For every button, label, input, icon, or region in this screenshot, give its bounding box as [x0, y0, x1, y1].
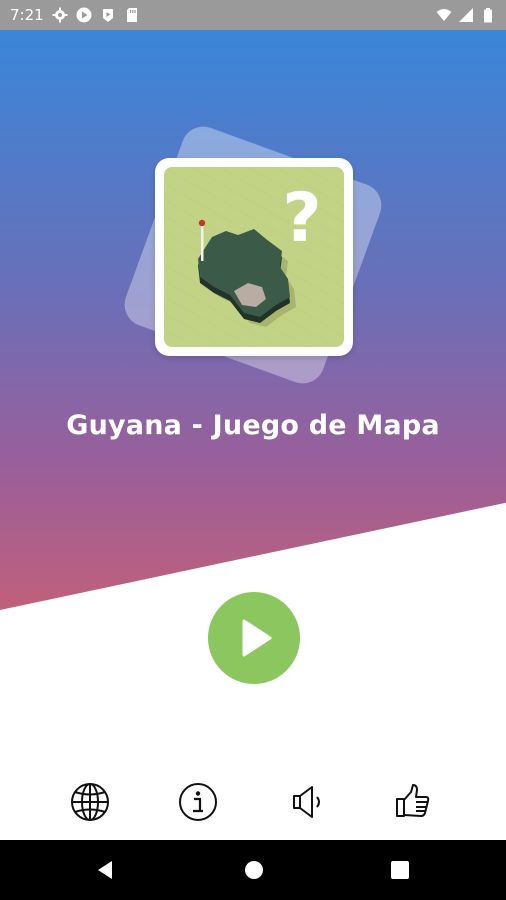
status-right: [436, 7, 496, 23]
status-time: 7:21: [10, 6, 44, 24]
sound-button[interactable]: [279, 772, 339, 832]
system-nav-bar: [0, 840, 506, 900]
home-icon[interactable]: [242, 858, 266, 882]
bottom-toolbar: [0, 772, 506, 832]
back-icon[interactable]: [94, 858, 118, 882]
globe-icon: [71, 783, 109, 821]
rate-button[interactable]: [383, 772, 443, 832]
status-bar: 7:21: [0, 0, 506, 30]
thumbs-up-icon: [396, 784, 430, 817]
info-button[interactable]: [168, 772, 228, 832]
play-button[interactable]: [208, 592, 300, 684]
wifi-icon: [436, 9, 452, 21]
play-store-icon: [76, 7, 92, 23]
sound-icon: [293, 786, 320, 818]
signal-icon: [459, 8, 473, 22]
language-button[interactable]: [60, 772, 120, 832]
sd-card-icon: [126, 8, 137, 22]
info-icon: [179, 783, 217, 821]
app-title: Guyana - Juego de Mapa: [66, 410, 440, 441]
hero-background: [0, 30, 506, 610]
battery-icon: [484, 8, 492, 23]
play-circle-icon: [102, 9, 113, 22]
status-left: 7:21: [10, 6, 140, 24]
gear-icon: [52, 7, 68, 23]
recents-icon[interactable]: [388, 858, 412, 882]
play-icon: [242, 619, 272, 657]
